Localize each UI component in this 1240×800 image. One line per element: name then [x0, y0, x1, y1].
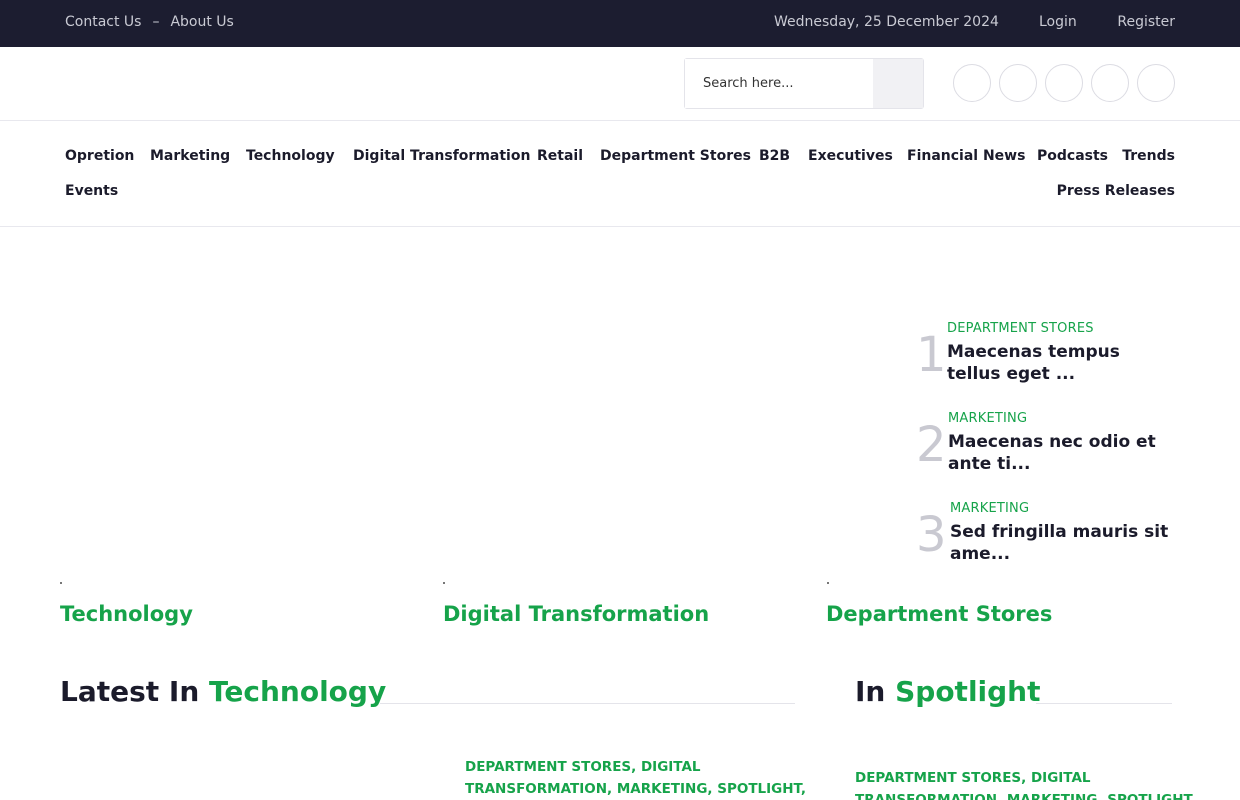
latest-post-categories-line2[interactable]: TRANSFORMATION, MARKETING, SPOTLIGHT,: [465, 778, 806, 800]
category-card-department-stores[interactable]: Department Stores: [826, 602, 1052, 626]
latest-section-rule: [380, 703, 795, 704]
youtube-icon[interactable]: [1137, 64, 1175, 102]
facebook-icon[interactable]: [953, 64, 991, 102]
top-bar-separator: –: [152, 14, 160, 30]
nav-item-opretion[interactable]: Opretion: [65, 148, 134, 164]
latest-post-categories[interactable]: DEPARTMENT STORES, DIGITAL TRANSFORMATIO…: [465, 756, 806, 800]
trending-category[interactable]: MARKETING: [950, 501, 1029, 516]
latest-title-prefix: Latest In: [60, 675, 200, 708]
search-input[interactable]: [685, 59, 874, 108]
search-button[interactable]: [873, 59, 923, 108]
category-card-digital-transformation[interactable]: Digital Transformation: [443, 602, 709, 626]
social-links: [953, 64, 1175, 102]
trending-number: 1: [916, 327, 947, 383]
trending-category[interactable]: DEPARTMENT STORES: [947, 321, 1094, 336]
latest-post-categories-line1[interactable]: DEPARTMENT STORES, DIGITAL: [465, 756, 806, 778]
spotlight-section-title: In Spotlight: [855, 675, 1041, 708]
nav-item-podcasts[interactable]: Podcasts: [1037, 148, 1108, 164]
spotlight-title-prefix: In: [855, 675, 886, 708]
register-link[interactable]: Register: [1117, 14, 1175, 30]
card-image-placeholder: [827, 582, 829, 584]
header-divider: [0, 120, 1240, 121]
latest-section-title: Latest In Technology: [60, 675, 386, 708]
nav-item-marketing[interactable]: Marketing: [150, 148, 230, 164]
nav-item-executives[interactable]: Executives: [808, 148, 893, 164]
login-link[interactable]: Login: [1039, 14, 1077, 30]
nav-item-technology[interactable]: Technology: [246, 148, 335, 164]
nav-item-department-stores[interactable]: Department Stores: [600, 148, 751, 164]
trending-title[interactable]: Maecenas nec odio et ante ti...: [948, 431, 1178, 475]
top-bar-links: Contact Us – About Us: [65, 14, 234, 30]
trending-title[interactable]: Maecenas tempus tellus eget ...: [947, 341, 1177, 385]
card-image-placeholder: [443, 582, 445, 584]
spotlight-post-categories-line2[interactable]: TRANSFORMATION, MARKETING, SPOTLIGHT: [855, 789, 1193, 800]
latest-title-accent: Technology: [209, 675, 387, 708]
trending-number: 2: [916, 417, 947, 473]
spotlight-post-categories-line1[interactable]: DEPARTMENT STORES, DIGITAL: [855, 767, 1193, 789]
search-box: [684, 58, 924, 109]
instagram-icon[interactable]: [1045, 64, 1083, 102]
nav-item-retail[interactable]: Retail: [537, 148, 583, 164]
category-card-technology[interactable]: Technology: [60, 602, 193, 626]
nav-item-events[interactable]: Events: [65, 183, 118, 199]
contact-us-link[interactable]: Contact Us: [65, 14, 141, 30]
card-image-placeholder: [60, 582, 62, 584]
nav-item-b2b[interactable]: B2B: [759, 148, 790, 164]
about-us-link[interactable]: About Us: [170, 14, 233, 30]
spotlight-title-accent: Spotlight: [895, 675, 1041, 708]
current-date: Wednesday, 25 December 2024: [774, 14, 999, 30]
nav-divider: [0, 226, 1240, 227]
trending-category[interactable]: MARKETING: [948, 411, 1027, 426]
spotlight-post-categories[interactable]: DEPARTMENT STORES, DIGITAL TRANSFORMATIO…: [855, 767, 1193, 800]
nav-item-press-releases[interactable]: Press Releases: [1057, 183, 1175, 199]
linkedin-icon[interactable]: [1091, 64, 1129, 102]
trending-number: 3: [916, 507, 947, 563]
twitter-icon[interactable]: [999, 64, 1037, 102]
top-bar: Contact Us – About Us Wednesday, 25 Dece…: [0, 0, 1240, 47]
nav-item-digital-transformation[interactable]: Digital Transformation: [353, 148, 530, 164]
nav-item-trends[interactable]: Trends: [1122, 148, 1175, 164]
trending-title[interactable]: Sed fringilla mauris sit ame...: [950, 521, 1180, 565]
nav-item-financial-news[interactable]: Financial News: [907, 148, 1025, 164]
spotlight-section-rule: [1036, 703, 1172, 704]
